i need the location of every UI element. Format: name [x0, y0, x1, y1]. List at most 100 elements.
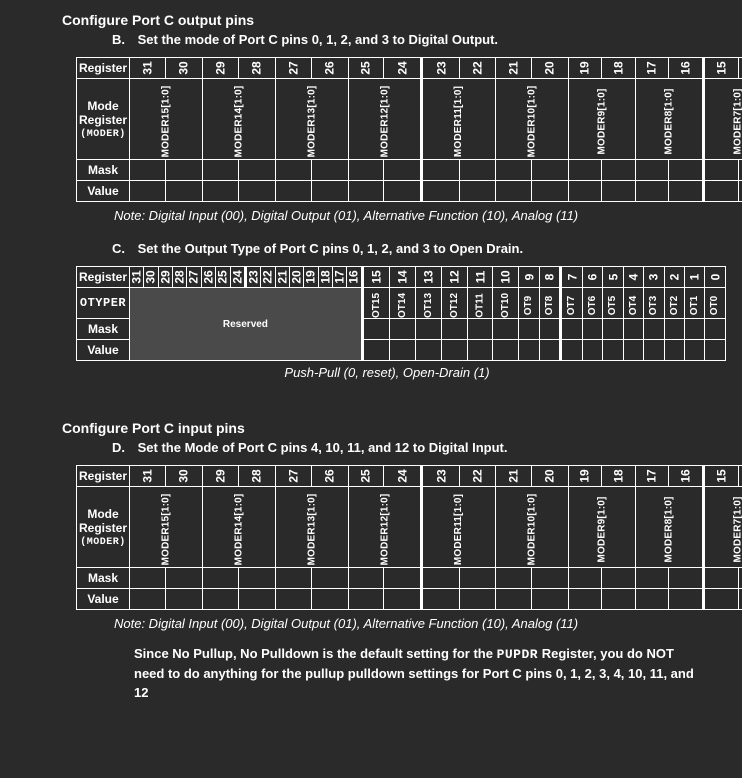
cell — [166, 589, 202, 610]
bit-27: 27 — [275, 466, 311, 487]
moder-field: MODER11[1:0] — [422, 487, 495, 568]
cell — [602, 589, 636, 610]
bit-25: 25 — [348, 466, 384, 487]
bit-15: 15 — [362, 267, 389, 288]
rowhead-mask: Mask — [77, 568, 130, 589]
cell — [362, 319, 389, 340]
cell — [703, 181, 738, 202]
cell — [664, 319, 684, 340]
cell — [275, 160, 311, 181]
moder-table-d: Register31302928272625242322212019181716… — [76, 465, 742, 610]
moder-field: MODER7[1:0] — [703, 487, 742, 568]
cell — [602, 160, 636, 181]
otyper-field: OT3 — [644, 288, 664, 319]
bit-25: 25 — [216, 267, 230, 288]
cell — [635, 568, 668, 589]
cell — [275, 181, 311, 202]
bit-4: 4 — [623, 267, 643, 288]
cell — [422, 160, 460, 181]
cell — [495, 589, 531, 610]
bit-7: 7 — [561, 267, 582, 288]
cell — [422, 181, 460, 202]
cell — [202, 181, 238, 202]
bit-21: 21 — [275, 267, 289, 288]
bit-9: 9 — [519, 267, 539, 288]
bit-17: 17 — [635, 466, 668, 487]
rowhead-mask: Mask — [77, 319, 130, 340]
cell — [166, 160, 202, 181]
cell — [441, 340, 467, 361]
moder-field: MODER11[1:0] — [422, 79, 495, 160]
moder-field: MODER10[1:0] — [495, 79, 568, 160]
cell — [202, 568, 238, 589]
bit-14: 14 — [738, 58, 742, 79]
cell — [644, 340, 664, 361]
cell — [532, 181, 568, 202]
bit-17: 17 — [635, 58, 668, 79]
cell — [532, 568, 568, 589]
step-b-letter: B. — [112, 32, 134, 47]
step-d: D. Set the Mode of Port C pins 4, 10, 11… — [112, 440, 712, 455]
bit-31: 31 — [130, 466, 166, 487]
cell — [668, 181, 703, 202]
step-c: C. Set the Output Type of Port C pins 0,… — [112, 241, 712, 256]
bit-23: 23 — [422, 58, 460, 79]
bit-19: 19 — [568, 466, 602, 487]
cell — [684, 340, 704, 361]
step-d-letter: D. — [112, 440, 134, 455]
bit-18: 18 — [602, 58, 636, 79]
otyper-field: OT1 — [684, 288, 704, 319]
moder-field: MODER14[1:0] — [202, 79, 275, 160]
bit-29: 29 — [158, 267, 172, 288]
otyper-field: OT7 — [561, 288, 582, 319]
cell — [738, 160, 742, 181]
otyper-field: OT5 — [603, 288, 623, 319]
bit-29: 29 — [202, 58, 238, 79]
rowhead-register: Register — [77, 267, 130, 288]
bit-28: 28 — [239, 466, 275, 487]
bit-12: 12 — [441, 267, 467, 288]
bit-23: 23 — [422, 466, 460, 487]
bit-10: 10 — [493, 267, 519, 288]
cell — [635, 589, 668, 610]
cell — [202, 160, 238, 181]
cell — [539, 319, 560, 340]
cell — [467, 340, 492, 361]
cell — [384, 589, 422, 610]
otyper-field: OT2 — [664, 288, 684, 319]
bit-1: 1 — [684, 267, 704, 288]
rowhead-value: Value — [77, 181, 130, 202]
bit-19: 19 — [568, 58, 602, 79]
bit-27: 27 — [187, 267, 201, 288]
rowhead-register: Register — [77, 58, 130, 79]
cell — [460, 589, 496, 610]
bit-30: 30 — [166, 466, 202, 487]
cell — [668, 568, 703, 589]
cell — [684, 319, 704, 340]
cell — [422, 568, 460, 589]
rowhead-moder: Mode Register (MODER) — [77, 79, 130, 160]
bit-30: 30 — [144, 267, 158, 288]
moder-field: MODER15[1:0] — [130, 79, 203, 160]
rowhead-value: Value — [77, 589, 130, 610]
bit-15: 15 — [703, 58, 738, 79]
cell — [239, 160, 275, 181]
rowhead-register: Register — [77, 466, 130, 487]
cell — [705, 319, 725, 340]
moder-field: MODER7[1:0] — [703, 79, 742, 160]
cell — [493, 319, 519, 340]
cell — [738, 589, 742, 610]
cell — [705, 340, 725, 361]
cell — [130, 568, 166, 589]
otyper-field: OT0 — [705, 288, 725, 319]
cell — [703, 568, 738, 589]
otyper-field: OT15 — [362, 288, 389, 319]
cell — [532, 160, 568, 181]
cell — [348, 181, 384, 202]
cell — [668, 589, 703, 610]
cell — [703, 589, 738, 610]
cell — [460, 181, 496, 202]
bit-30: 30 — [166, 58, 202, 79]
otyper-field: OT6 — [582, 288, 602, 319]
cell — [561, 319, 582, 340]
